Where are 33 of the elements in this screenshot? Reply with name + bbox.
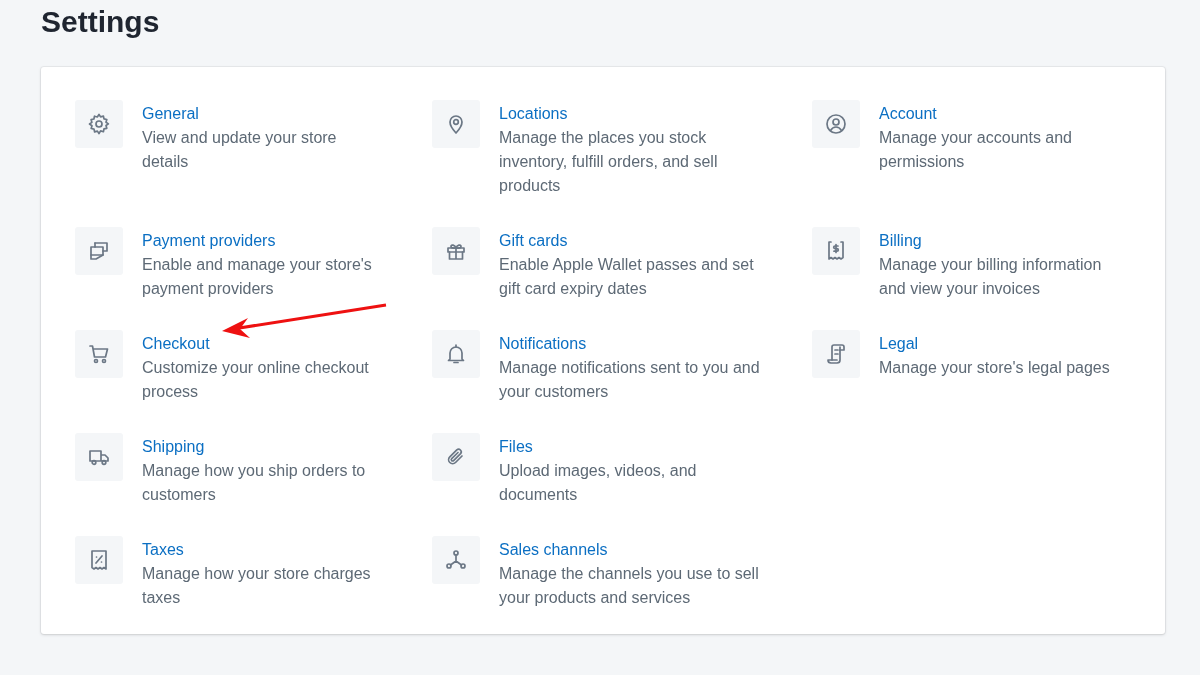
settings-description: Manage how you ship orders to customers [142, 461, 367, 505]
settings-description: Enable Apple Wallet passes and set gift card expiry dates [499, 255, 755, 299]
network-icon [444, 548, 468, 572]
settings-description: Manage how your store charges taxes [142, 564, 372, 608]
settings-description: Enable and manage your store's payment providers [142, 255, 373, 299]
settings-description: Manage the channels you use to sell your products and services [499, 564, 760, 608]
cart-icon [87, 342, 111, 366]
settings-description: Manage your accounts and permissions [879, 128, 1073, 172]
settings-description: View and update your store details [142, 128, 338, 172]
settings-description: Manage your store's legal pages [879, 358, 1111, 378]
settings-link[interactable]: Sales channels [499, 538, 608, 562]
settings-link[interactable]: Billing [879, 229, 922, 253]
user-circle-icon [824, 112, 848, 136]
settings-link[interactable]: Locations [499, 102, 568, 126]
settings-link[interactable]: Checkout [142, 332, 210, 356]
settings-description: Manage your billing information and view your invoices [879, 255, 1103, 299]
scroll-icon [824, 342, 848, 366]
settings-link[interactable]: Taxes [142, 538, 184, 562]
settings-link[interactable]: Payment providers [142, 229, 276, 253]
page-title: Settings [41, 4, 161, 40]
cards-icon [87, 239, 111, 263]
settings-link[interactable]: Files [499, 435, 533, 459]
settings-link[interactable]: Gift cards [499, 229, 568, 253]
settings-description: Manage the places you stock inventory, fulfill orders, and sell products [499, 128, 719, 196]
settings-link[interactable]: Account [879, 102, 937, 126]
settings-link[interactable]: Shipping [142, 435, 205, 459]
settings-description: Manage notifications sent to you and your customers [499, 358, 761, 402]
settings-link[interactable]: Legal [879, 332, 919, 356]
settings-link[interactable]: Notifications [499, 332, 587, 356]
settings-link[interactable]: General [142, 102, 199, 126]
settings-description: Customize your online checkout process [142, 358, 370, 402]
gear-icon [87, 112, 111, 136]
settings-description: Upload images, videos, and documents [499, 461, 698, 505]
